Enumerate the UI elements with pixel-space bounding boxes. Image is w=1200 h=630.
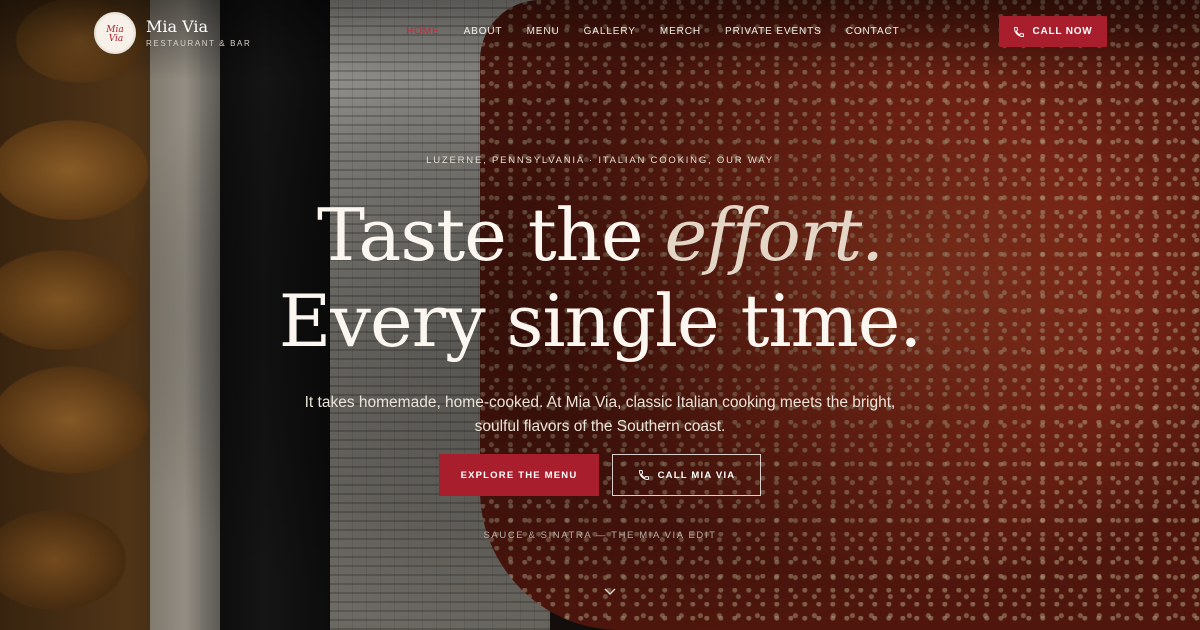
nav-item-private-events[interactable]: PRIVATE EVENTS bbox=[713, 26, 834, 37]
hero-eyebrow: LUZERNE, PENNSYLVANIA · ITALIAN COOKING,… bbox=[426, 155, 774, 166]
brand-subtitle: RESTAURANT & BAR bbox=[146, 38, 252, 48]
headline-line-1-plain: Taste the bbox=[316, 193, 665, 277]
call-now-label: CALL NOW bbox=[1032, 26, 1093, 37]
nav-item-about[interactable]: ABOUT bbox=[452, 26, 515, 37]
phone-icon bbox=[638, 469, 650, 481]
call-mia-via-label: CALL MIA VIA bbox=[657, 469, 736, 481]
phone-icon bbox=[1013, 26, 1025, 38]
headline-emphasis: effort. bbox=[664, 193, 884, 277]
headline-line-2: Every single time. bbox=[278, 279, 923, 363]
svg-text:Via: Via bbox=[109, 34, 124, 44]
nav-item-home[interactable]: HOME bbox=[394, 26, 452, 37]
brand-name: Mia Via bbox=[146, 16, 209, 36]
headline-line-1: Taste the effort. bbox=[0, 193, 1200, 277]
logo-badge: Mia Via bbox=[94, 12, 136, 54]
call-mia-via-button[interactable]: CALL MIA VIA bbox=[612, 454, 761, 496]
nav-item-gallery[interactable]: GALLERY bbox=[572, 26, 648, 37]
brand-logo-link[interactable]: Mia Via Mia Via RESTAURANT & BAR bbox=[94, 12, 251, 54]
hero-tagline: SAUCE & SINATRA — THE MIA VIA EDIT bbox=[483, 530, 717, 541]
main-nav: HOME ABOUT MENU GALLERY MERCH PRIVATE EV… bbox=[394, 26, 912, 37]
logo-script-mark: Mia Via bbox=[98, 16, 132, 50]
explore-menu-button[interactable]: EXPLORE THE MENU bbox=[439, 454, 599, 496]
explore-menu-label: EXPLORE THE MENU bbox=[460, 469, 578, 481]
nav-item-contact[interactable]: CONTACT bbox=[834, 26, 912, 37]
hero-description: It takes homemade, home-cooked. At Mia V… bbox=[304, 393, 896, 435]
call-now-button[interactable]: CALL NOW bbox=[999, 16, 1107, 47]
nav-item-merch[interactable]: MERCH bbox=[648, 26, 713, 37]
chevron-down-icon[interactable] bbox=[603, 586, 617, 598]
nav-item-menu[interactable]: MENU bbox=[515, 26, 572, 37]
hero-section: Mia Via Mia Via RESTAURANT & BAR HOME AB… bbox=[0, 0, 1200, 630]
